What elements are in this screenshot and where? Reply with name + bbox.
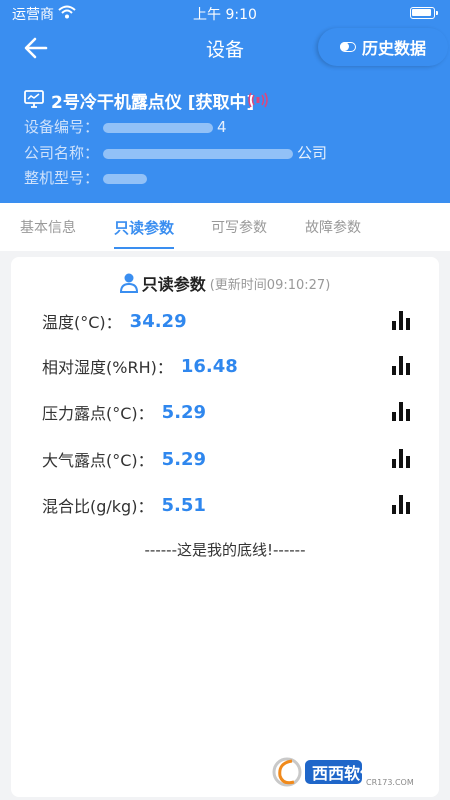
battery-icon — [410, 7, 435, 19]
toggle-icon — [339, 42, 356, 52]
model-blur — [103, 173, 148, 184]
serial-tail: 4 — [217, 118, 227, 136]
bar-chart-icon[interactable] — [390, 354, 412, 376]
tab-basic-info[interactable]: 基本信息 — [8, 217, 88, 237]
bar-chart-icon[interactable] — [390, 447, 412, 469]
bar-chart-icon[interactable] — [390, 400, 412, 422]
card-title: 只读参数 — [141, 275, 206, 294]
company-tail: 公司 — [297, 144, 328, 162]
watermark-site: CR173.COM — [366, 778, 414, 787]
param-row-pressure-dew-point: 压力露点(°C)： 5.29 — [42, 397, 412, 427]
param-value: 5.29 — [161, 448, 207, 470]
bar-chart-icon[interactable] — [390, 309, 412, 331]
signal-icon — [248, 92, 268, 108]
company-row: 公司名称： 公司 — [24, 142, 327, 163]
param-value: 34.29 — [129, 310, 187, 332]
serial-row: 设备编号： 4 — [24, 116, 227, 137]
header-area: 运营商 上午 9:10 设备 历史数据 2号冷干机露点仪 [获取中] 设备编号：… — [0, 0, 450, 203]
card-header: 只读参数 (更新时间09:10:27) — [11, 271, 439, 295]
param-label: 温度(°C)： — [42, 313, 122, 332]
model-label: 整机型号： — [24, 169, 100, 187]
param-label: 混合比(g/kg)： — [42, 497, 154, 516]
serial-blur — [103, 122, 214, 133]
param-row-mixing-ratio: 混合比(g/kg)： 5.51 — [42, 490, 412, 520]
device-title: 2号冷干机露点仪 [获取中] — [51, 93, 255, 113]
update-time: (更新时间09:10:27) — [209, 277, 331, 293]
param-row-atmospheric-dew-point: 大气露点(°C)： 5.29 — [42, 444, 412, 474]
active-tab-indicator — [114, 247, 174, 249]
tab-readonly-params[interactable]: 只读参数 — [104, 217, 184, 238]
tab-fault-params[interactable]: 故障参数 — [293, 217, 373, 237]
tab-bar: 基本信息 只读参数 可写参数 故障参数 — [0, 203, 450, 251]
monitor-icon — [24, 90, 44, 108]
tab-writable-params[interactable]: 可写参数 — [199, 217, 279, 237]
param-value: 16.48 — [180, 355, 238, 377]
watermark-logo: 西西软件园 CR173.COM — [272, 757, 414, 787]
status-time: 上午 9:10 — [193, 7, 257, 23]
param-row-humidity: 相对湿度(%RH)： 16.48 — [42, 351, 412, 381]
bottom-line-text: ------这是我的底线!------ — [144, 541, 306, 559]
serial-label: 设备编号： — [24, 118, 100, 136]
param-row-temperature: 温度(°C)： 34.29 — [42, 306, 412, 336]
param-value: 5.51 — [161, 494, 206, 516]
company-blur — [103, 148, 294, 159]
company-label: 公司名称： — [24, 144, 100, 162]
user-icon — [119, 273, 138, 293]
battery-cap — [436, 11, 438, 15]
model-row: 整机型号： — [24, 167, 148, 188]
param-label: 压力露点(°C)： — [42, 404, 154, 423]
param-label: 相对湿度(%RH)： — [42, 358, 173, 377]
history-data-button[interactable]: 历史数据 — [318, 28, 448, 66]
bar-chart-icon[interactable] — [390, 493, 412, 515]
status-bar: 运营商 上午 9:10 — [0, 0, 450, 26]
history-data-label: 历史数据 — [361, 39, 426, 58]
param-value: 5.29 — [161, 401, 207, 423]
params-card: 只读参数 (更新时间09:10:27) 温度(°C)： 34.29 相对湿度(%… — [11, 257, 439, 797]
param-label: 大气露点(°C)： — [42, 451, 154, 470]
